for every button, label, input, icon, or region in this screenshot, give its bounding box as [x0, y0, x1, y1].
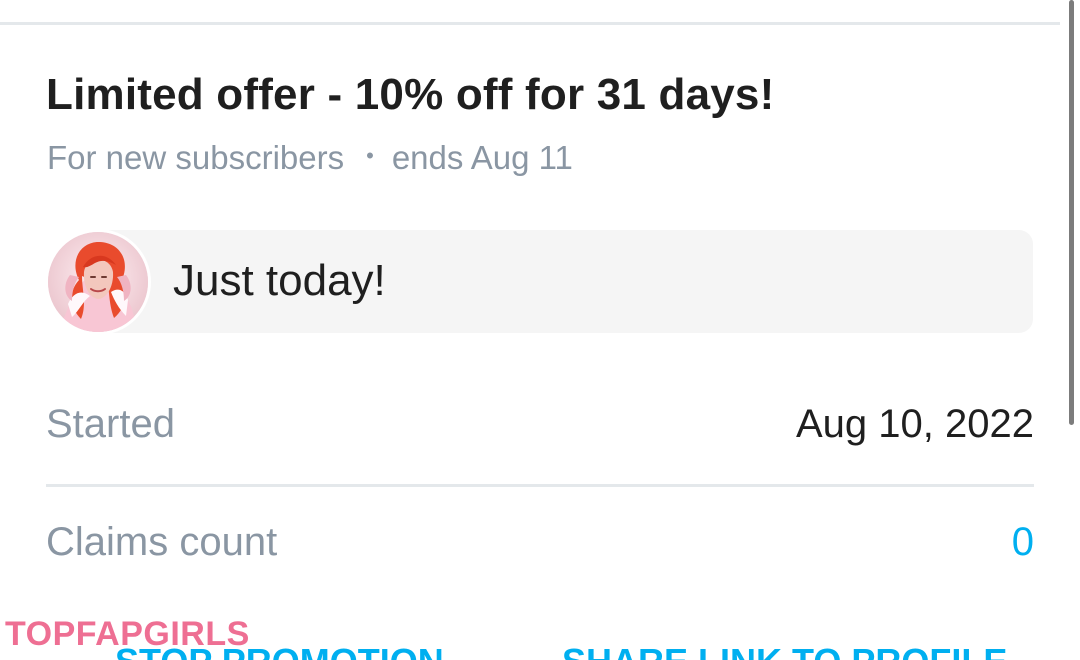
- offer-end-date: ends Aug 11: [391, 139, 573, 176]
- promotion-message: Just today!: [173, 256, 386, 305]
- promotion-message-row: Just today!: [45, 229, 1035, 335]
- claims-count-value: 0: [1011, 519, 1034, 564]
- creator-avatar-image: [48, 232, 148, 332]
- detail-divider: [46, 484, 1034, 487]
- started-label: Started: [46, 401, 175, 446]
- creator-avatar[interactable]: [45, 229, 151, 335]
- promotion-details-screen: Limited offer - 10% off for 31 days! For…: [0, 0, 1080, 660]
- scrollbar[interactable]: [1069, 0, 1074, 425]
- share-link-to-profile-button[interactable]: SHARE LINK TO PROFILE: [562, 642, 1007, 660]
- claims-count-row: Claims count 0: [46, 512, 1034, 572]
- started-row: Started Aug 10, 2022: [46, 394, 1034, 454]
- top-divider: [0, 22, 1060, 25]
- started-date: Aug 10, 2022: [796, 401, 1034, 446]
- offer-subtitle: For new subscribers • ends Aug 11: [47, 138, 573, 178]
- subtitle-separator: •: [366, 143, 374, 168]
- claims-count-label: Claims count: [46, 519, 278, 564]
- offer-title: Limited offer - 10% off for 31 days!: [46, 70, 775, 119]
- audience-text: For new subscribers: [47, 139, 345, 176]
- watermark: TOPFAPGIRLS: [5, 615, 250, 653]
